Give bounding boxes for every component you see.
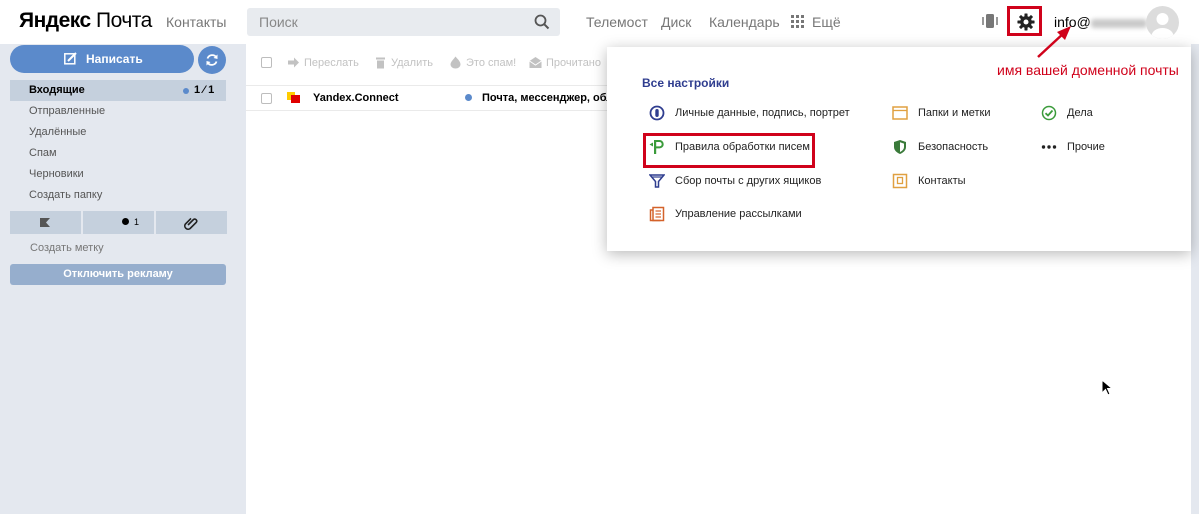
quick-filters: 1 <box>10 211 227 234</box>
filter-unread-button[interactable]: 1 <box>83 211 154 234</box>
select-all-checkbox[interactable] <box>261 57 272 68</box>
refresh-button[interactable] <box>198 46 226 74</box>
sender-logo-icon <box>287 92 300 103</box>
search-placeholder: Поиск <box>259 14 298 30</box>
filter-attachments-button[interactable] <box>156 211 227 234</box>
newsletter-icon <box>649 206 665 222</box>
avatar[interactable] <box>1146 6 1179 39</box>
folder-icon <box>892 106 908 120</box>
filled-dot-icon <box>122 218 129 225</box>
create-folder-link[interactable]: Создать папку <box>10 185 226 206</box>
paperclip-icon <box>184 217 198 230</box>
spam-button[interactable]: Это спам! <box>466 57 516 69</box>
delete-button[interactable]: Удалить <box>391 57 433 69</box>
trash-icon <box>376 57 385 69</box>
folder-drafts[interactable]: Черновики <box>10 164 226 185</box>
message-checkbox[interactable] <box>261 93 272 104</box>
personal-info-icon <box>649 105 665 121</box>
user-silhouette-icon <box>1151 13 1174 39</box>
disk-link[interactable]: Диск <box>661 14 691 30</box>
disable-ads-button[interactable]: Отключить рекламу <box>10 264 226 285</box>
open-envelope-icon <box>529 57 542 68</box>
calendar-link[interactable]: Календарь <box>709 14 780 30</box>
message-subject: Почта, мессенджер, обла <box>482 92 620 104</box>
blurred-domain <box>1090 18 1147 28</box>
apps-grid-icon[interactable] <box>791 15 805 29</box>
folder-inbox[interactable]: Входящие 1 ⁄ 1 <box>10 80 226 101</box>
more-link[interactable]: Ещё <box>812 14 841 30</box>
search-icon[interactable] <box>534 14 550 30</box>
check-circle-icon <box>1041 105 1057 121</box>
ellipsis-icon <box>1041 145 1057 149</box>
top-header: Яндекс Почта Контакты Поиск Телемост Дис… <box>0 0 1199 44</box>
spam-fire-icon <box>450 56 461 69</box>
search-input[interactable]: Поиск <box>247 8 560 36</box>
filter-flagged-button[interactable] <box>10 211 81 234</box>
unread-dot <box>183 88 189 94</box>
refresh-icon <box>206 54 218 66</box>
pencil-icon <box>64 52 77 65</box>
forward-arrow-icon <box>288 57 299 68</box>
contacts-card-icon <box>892 173 908 189</box>
phone-icon[interactable] <box>981 12 999 30</box>
message-toolbar: Переслать Удалить Это спам! Прочитано <box>246 44 646 80</box>
contacts-link[interactable]: Контакты <box>166 14 226 30</box>
forward-button[interactable]: Переслать <box>304 57 359 69</box>
annotation-label: имя вашей доменной почты <box>997 62 1179 78</box>
highlight-rules-box <box>643 133 815 168</box>
inbox-count: 1 ⁄ 1 <box>194 84 215 96</box>
flag-icon <box>40 218 50 227</box>
create-tag-link[interactable]: Создать метку <box>30 242 104 254</box>
yandex-mail-logo[interactable]: Яндекс Почта <box>19 9 152 33</box>
mark-read-button[interactable]: Прочитано <box>546 57 601 69</box>
unread-dot[interactable] <box>465 94 472 101</box>
shield-icon <box>894 140 906 154</box>
unread-filter: 1 <box>122 217 139 227</box>
folder-spam[interactable]: Спам <box>10 143 226 164</box>
mouse-cursor-icon <box>1101 379 1113 396</box>
all-settings-link[interactable]: Все настройки <box>642 76 729 90</box>
gear-icon <box>1017 13 1035 31</box>
telemost-link[interactable]: Телемост <box>586 14 648 30</box>
annotation-arrow <box>1037 26 1071 58</box>
message-sender: Yandex.Connect <box>313 92 399 104</box>
folder-sent[interactable]: Отправленные <box>10 101 226 122</box>
folder-deleted[interactable]: Удалённые <box>10 122 226 143</box>
funnel-icon <box>649 174 665 188</box>
compose-button[interactable]: Написать <box>10 45 194 73</box>
